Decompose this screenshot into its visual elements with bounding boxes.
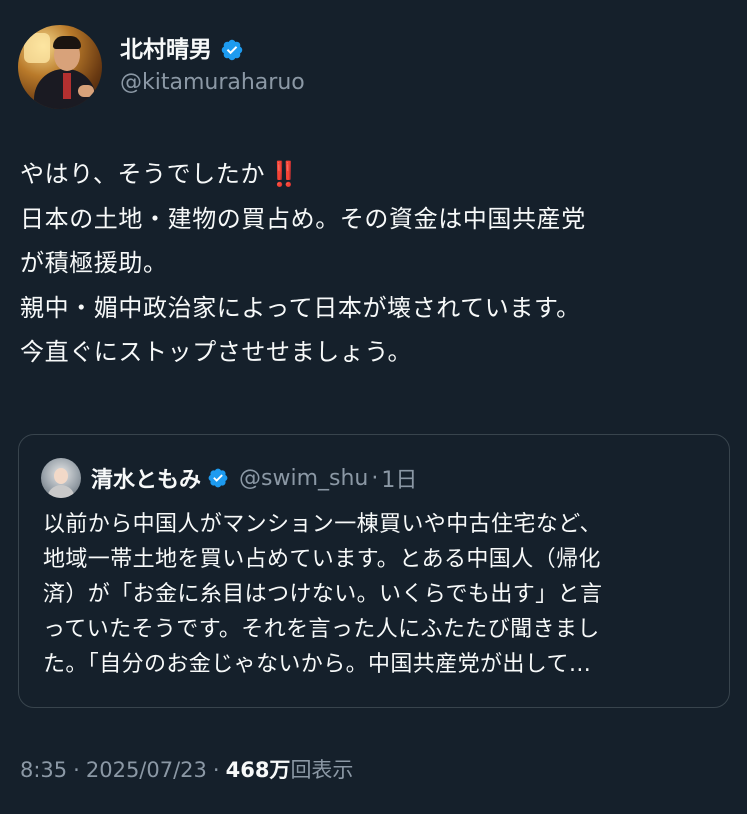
quoted-author-avatar [41, 458, 81, 498]
quoted-tweet-body: 以前から中国人がマンション一棟買いや中古住宅など、 地域一帯土地を買い占めていま… [43, 507, 711, 682]
tweet-date[interactable]: 2025/07/23 [86, 758, 207, 782]
views-count[interactable]: 468万 [226, 754, 291, 784]
quoted-author-handle: @swim_shu [239, 465, 369, 491]
author-name-row: 北村晴男 [120, 35, 305, 65]
quoted-verified-badge-icon [208, 468, 228, 488]
tweet-body: やはり、そうでしたか ‼️ 日本の土地・建物の買占め。その資金は中国共産党 が積極… [20, 152, 720, 375]
tweet-line: やはり、そうでしたか ‼️ [20, 152, 720, 197]
author-names: 北村晴男 @kitamuraharuo [120, 35, 305, 99]
double-exclamation-icon: ‼️ [269, 160, 299, 188]
author-display-name[interactable]: 北村晴男 [120, 35, 212, 65]
quoted-line: 済）が「お金に糸目はつけない。いくらでも出す」と言 [43, 582, 603, 607]
tweet-line: 親中・媚中政治家によって日本が壊されています。 [20, 293, 581, 322]
verified-badge-icon [221, 39, 243, 61]
tweet-line: が積極援助。 [20, 249, 168, 277]
meta-separator: · [73, 758, 80, 782]
quoted-separator: · [371, 465, 379, 491]
author-avatar[interactable] [18, 25, 102, 109]
quoted-author-name: 清水ともみ [91, 468, 202, 493]
quoted-timestamp: 1日 [381, 468, 418, 493]
tweet-time[interactable]: 8:35 [20, 758, 67, 782]
tweet-line-text: やはり、そうでしたか [20, 160, 266, 188]
meta-separator: · [212, 758, 220, 782]
tweet-line: 日本の土地・建物の買占め。その資金は中国共産党 [20, 204, 586, 233]
quoted-line: た。「自分のお金じゃないから。中国共産党が出して... [43, 652, 592, 677]
quoted-line: 以前から中国人がマンション一棟買いや中古住宅など、 [43, 512, 602, 537]
quoted-tweet-card[interactable]: 清水ともみ @swim_shu · 1日 以前から中国人がマンション一棟買いや中… [18, 434, 730, 708]
quoted-tweet-header: 清水ともみ @swim_shu · 1日 [41, 457, 417, 499]
tweet-line: 今直ぐにストップさせせましょう。 [20, 338, 413, 366]
tweet-header: 北村晴男 @kitamuraharuo [18, 24, 718, 110]
author-handle[interactable]: @kitamuraharuo [120, 67, 305, 99]
quoted-line: っていたそうです。それを言った人にふたたび聞きまし [43, 617, 600, 642]
views-label: 回表示 [290, 758, 354, 782]
tweet-meta: 8:35 · 2025/07/23 · 468万 回表示 [20, 754, 353, 784]
quoted-line: 地域一帯土地を買い占めています。とある中国人（帰化 [43, 547, 601, 572]
